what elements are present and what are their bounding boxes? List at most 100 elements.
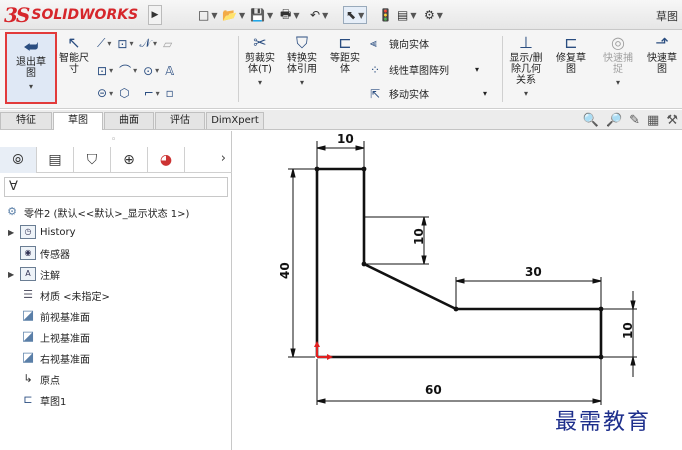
quick-snaps-button[interactable]: ◎ 快速捕 捉 ▾ (598, 32, 638, 104)
text-icon[interactable]: 𝔸 (165, 64, 174, 78)
tree-item-label: 注解 (40, 270, 60, 282)
line-icon[interactable]: ⟋ (97, 36, 105, 51)
repair-sketch-button[interactable]: ⊏ 修复草 图 (551, 32, 591, 104)
menu-expand-arrow-icon[interactable]: ▶ (148, 5, 162, 25)
sketch-tools-row-1: ⟋ ▾ ⊡ ▾ 𝒩 ▾ ▱ (97, 36, 172, 51)
chevron-down-icon[interactable]: ▼ (437, 11, 443, 20)
tree-item-front-plane[interactable]: ◪ 前视基准面 (20, 308, 90, 324)
chevron-down-icon[interactable]: ▾ (155, 66, 159, 75)
dimension-bottom[interactable]: 60 (425, 383, 442, 397)
chevron-right-icon[interactable]: › (221, 151, 226, 166)
tab-dimxpert[interactable]: DimXpert (206, 112, 264, 129)
zoom-to-fit-icon[interactable]: 🔍 (583, 113, 599, 128)
view-orientation-icon[interactable]: ⚒ (666, 113, 678, 128)
tree-item-sensors[interactable]: ◉ 传感器 (20, 245, 70, 261)
dimension-right[interactable]: 10 (621, 322, 635, 339)
tree-item-part[interactable]: ⚙ 零件2 (默认<<默认>_显示状态 1>) (4, 204, 189, 220)
chevron-down-icon[interactable]: ▾ (505, 88, 547, 99)
mirror-entities-button[interactable]: ⫷ 镜向实体 (370, 36, 429, 51)
chevron-down-icon[interactable]: ▾ (107, 39, 111, 48)
file-properties-button[interactable]: ▤ ▼ (397, 6, 417, 24)
plane-icon[interactable]: ▱ (163, 37, 172, 51)
display-manager-tab-icon[interactable]: ◕ (148, 147, 185, 173)
chevron-down-icon[interactable]: ▾ (153, 39, 157, 48)
chevron-down-icon[interactable]: ▼ (293, 11, 299, 20)
linear-pattern-label: 线性草图阵列 (389, 66, 449, 77)
solidworks-logo[interactable]: 3S SOLIDWORKS (4, 2, 138, 28)
section-view-icon[interactable]: ▦ (647, 113, 659, 128)
chevron-down-icon[interactable]: ▼ (358, 11, 364, 20)
tree-item-right-plane[interactable]: ◪ 右视基准面 (20, 350, 90, 366)
arrow-head (592, 398, 602, 404)
linear-pattern-button[interactable]: ⁘ 线性草图阵列 ▾ (370, 62, 479, 78)
feature-tree-tab-icon[interactable]: ⦾ (0, 147, 37, 173)
dimension-left[interactable]: 40 (278, 262, 292, 279)
chevron-down-icon[interactable]: ▼ (322, 11, 328, 20)
chevron-down-icon[interactable]: ▾ (598, 77, 638, 88)
chevron-down-icon[interactable]: ▼ (211, 11, 217, 20)
chevron-down-icon[interactable]: ▾ (7, 81, 55, 92)
fillet-icon[interactable]: ⌐ (144, 86, 154, 100)
chevron-down-icon[interactable]: ▾ (475, 65, 479, 74)
dimxpert-manager-tab-icon[interactable]: ⊕ (111, 147, 148, 173)
undo-button[interactable]: ↶ ▼ (310, 6, 328, 24)
zoom-to-area-icon[interactable]: 🔎 (606, 113, 622, 128)
property-manager-tab-icon[interactable]: ▤ (37, 147, 74, 173)
chevron-down-icon[interactable]: ▾ (241, 77, 279, 88)
tree-filter[interactable]: ∀ (4, 177, 228, 197)
tab-sketch[interactable]: 草图 (53, 112, 103, 130)
chevron-right-icon[interactable]: ▶ (8, 228, 20, 237)
arc-icon[interactable]: ⌒ (119, 62, 131, 79)
rebuild-button[interactable]: 🚦 (378, 6, 393, 24)
chevron-down-icon[interactable]: ▾ (109, 66, 113, 75)
print-button[interactable]: 🖶 ▼ (280, 6, 299, 24)
chevron-right-icon[interactable]: ▶ (8, 270, 20, 279)
tab-surfaces[interactable]: 曲面 (104, 112, 154, 129)
dimension-step[interactable]: 10 (412, 228, 426, 245)
chevron-down-icon[interactable]: ▾ (283, 77, 321, 88)
tab-evaluate[interactable]: 评估 (155, 112, 205, 129)
chevron-down-icon[interactable]: ▼ (239, 11, 245, 20)
select-button[interactable]: ⬉ ▼ (343, 6, 368, 24)
spline-icon[interactable]: 𝒩 (140, 36, 152, 51)
options-button[interactable]: ⚙ ▼ (424, 6, 443, 24)
trim-scissors-icon: ✂ (253, 33, 267, 52)
rectangle-icon[interactable]: ⊡ (117, 37, 127, 51)
chevron-down-icon[interactable]: ▾ (109, 89, 113, 98)
chevron-down-icon[interactable]: ▾ (156, 89, 160, 98)
dimension-top[interactable]: 10 (337, 132, 354, 146)
previous-view-icon[interactable]: ✎ (629, 113, 640, 128)
trim-entities-button[interactable]: ✂ 剪裁实 体(T) ▾ (241, 32, 279, 104)
chevron-down-icon[interactable]: ▼ (267, 11, 273, 20)
offset-entities-button[interactable]: ⊏ 等距实 体 (326, 32, 364, 104)
configuration-manager-tab-icon[interactable]: ⛉ (74, 147, 111, 173)
ellipse-icon[interactable]: ⊙ (143, 64, 153, 78)
move-entities-button[interactable]: ⇱ 移动实体 ▾ (370, 86, 487, 102)
slot-icon[interactable]: ⊝ (97, 86, 107, 100)
tree-item-sketch[interactable]: ⊏ 草图1 (20, 392, 66, 408)
smart-dimension-button[interactable]: ↖ 智能尺 寸 (56, 32, 92, 104)
point-icon[interactable]: ▫ (166, 86, 174, 100)
exit-sketch-button[interactable]: ⮨ 退出草 图 ▾ (5, 32, 57, 104)
tree-item-material[interactable]: ☰ 材质 <未指定> (20, 287, 110, 303)
chevron-down-icon[interactable]: ▾ (133, 66, 137, 75)
graphics-area[interactable]: 10 30 60 10 40 10 (233, 131, 682, 450)
rapid-sketch-button[interactable]: ⬏ 快速草 图 (642, 32, 682, 104)
tree-item-annotations[interactable]: ▶ A 注解 (8, 266, 60, 282)
chevron-down-icon[interactable]: ▼ (410, 11, 416, 20)
panel-collapse-handle[interactable]: ◦ (111, 135, 116, 145)
tree-item-history[interactable]: ▶ ◷ History (8, 224, 76, 240)
corner-rectangle-icon[interactable]: ⊡ (97, 64, 107, 78)
convert-entities-button[interactable]: ⛉ 转换实 体引用 ▾ (283, 32, 321, 104)
tab-features[interactable]: 特征 (0, 112, 52, 129)
new-document-button[interactable]: □ ▼ (198, 6, 218, 24)
dimension-middle[interactable]: 30 (525, 265, 542, 279)
chevron-down-icon[interactable]: ▾ (129, 39, 133, 48)
open-button[interactable]: 📂 ▼ (222, 6, 245, 24)
display-delete-relations-button[interactable]: ⊥ 显示/删 除几何 关系 ▾ (505, 32, 547, 104)
save-button[interactable]: 💾 ▼ (250, 6, 273, 24)
polygon-icon[interactable]: ⬡ (119, 86, 129, 100)
chevron-down-icon[interactable]: ▾ (483, 89, 487, 98)
tree-item-origin[interactable]: ↳ 原点 (20, 371, 60, 387)
tree-item-top-plane[interactable]: ◪ 上视基准面 (20, 329, 90, 345)
